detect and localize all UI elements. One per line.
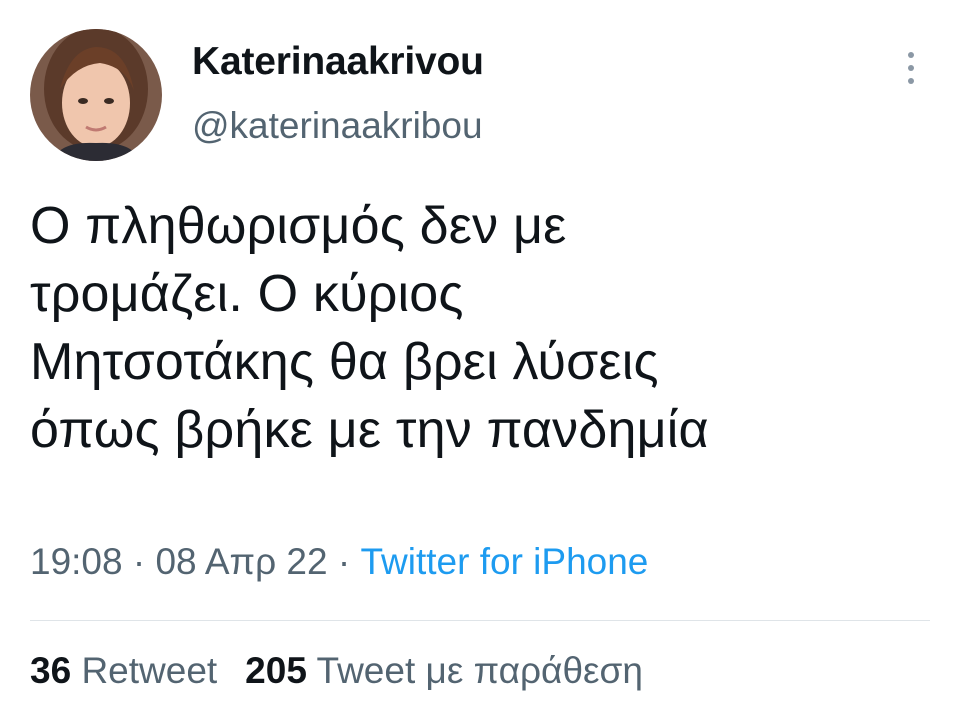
more-options-button[interactable] [898, 50, 924, 90]
more-vertical-icon [908, 52, 914, 58]
tweet-text-line: τρομάζει. Ο κύριος [30, 265, 464, 323]
tweet-text-line: Μητσοτάκης θα βρει λύσεις [30, 333, 659, 391]
quote-tweets-count: 205 [245, 650, 307, 691]
meta-separator: · [122, 541, 156, 582]
tweet-metadata: 19:08 · 08 Απρ 22 · Twitter for iPhone [30, 538, 648, 586]
tweet-time[interactable]: 19:08 [30, 541, 123, 582]
user-avatar-photo-icon [30, 29, 162, 161]
tweet-date[interactable]: 08 Απρ 22 [155, 541, 327, 582]
tweet-text-line: Ο πληθωρισμός δεν με [30, 197, 567, 255]
tweet-card: Katerinaakrivou @katerinaakribou Ο πληθω… [0, 0, 960, 718]
tweet-text-line: όπως βρήκε με την πανδημία [30, 401, 709, 459]
retweets-stat[interactable]: 36 Retweet [30, 650, 217, 691]
avatar[interactable] [30, 29, 162, 161]
retweets-label: Retweet [81, 650, 218, 691]
retweets-count: 36 [30, 650, 72, 691]
more-vertical-icon-dot-3 [908, 78, 914, 84]
tweet-stats: 36 Retweet 205 Tweet με παράθεση [30, 647, 643, 695]
quote-tweets-stat[interactable]: 205 Tweet με παράθεση [245, 650, 643, 691]
tweet-source-link[interactable]: Twitter for iPhone [360, 541, 648, 582]
user-handle[interactable]: @katerinaakribou [192, 105, 483, 147]
more-vertical-icon-dot-2 [908, 65, 914, 71]
divider [30, 620, 930, 621]
tweet-text: Ο πληθωρισμός δεν με τρομάζει. Ο κύριος … [30, 192, 940, 464]
quote-tweets-label: Tweet με παράθεση [316, 650, 643, 691]
meta-separator: · [327, 541, 361, 582]
display-name[interactable]: Katerinaakrivou [192, 40, 484, 84]
